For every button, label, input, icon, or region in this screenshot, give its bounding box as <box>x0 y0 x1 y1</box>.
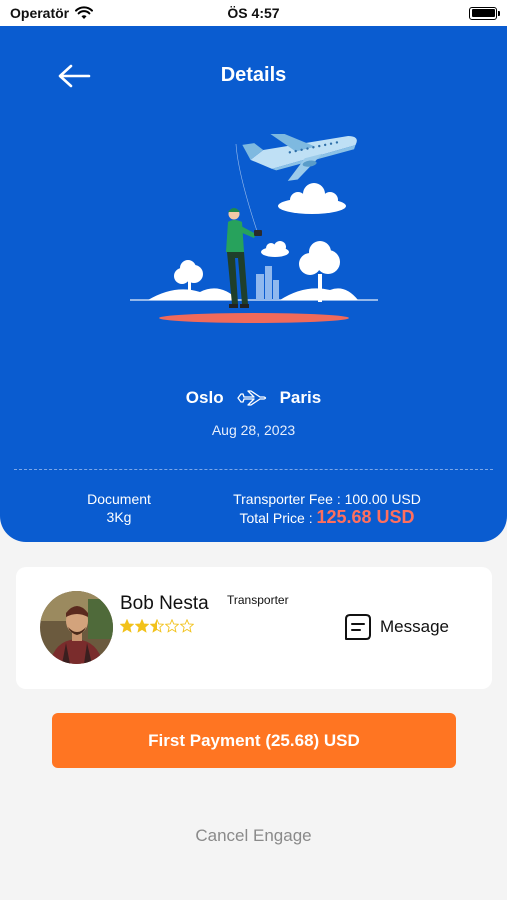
message-button[interactable]: Message <box>344 613 449 641</box>
trip-header-panel: Details Oslo Paris Aug 28, 2023 Document… <box>0 26 507 542</box>
divider <box>14 469 493 470</box>
package-info: Document 3Kg <box>70 490 168 526</box>
pricing-info: Transporter Fee : 100.00 USD Total Price… <box>214 490 440 527</box>
battery-icon <box>469 6 500 20</box>
carrier-label: Operatör <box>10 5 70 21</box>
trip-date: Aug 28, 2023 <box>211 422 296 438</box>
status-bar: Operatör ÖS 4:57 <box>0 0 507 26</box>
airplane-icon <box>236 390 266 406</box>
cancel-engage-button[interactable]: Cancel Engage <box>0 826 507 846</box>
message-label: Message <box>380 617 449 636</box>
total-price-value: 125.68 USD <box>316 507 415 527</box>
message-icon <box>345 614 371 640</box>
avatar-image <box>40 591 113 664</box>
transporter-name[interactable]: Bob Nesta <box>120 593 209 615</box>
star-empty-icon <box>180 619 194 633</box>
first-payment-button[interactable]: First Payment (25.68) USD <box>52 713 456 768</box>
transporter-role: Transporter <box>227 593 289 607</box>
total-price-row: Total Price : 125.68 USD <box>214 508 440 527</box>
rating-stars <box>120 619 194 633</box>
package-type: Document <box>87 491 151 507</box>
status-left: Operatör <box>10 5 94 21</box>
transporter-fee: Transporter Fee : 100.00 USD <box>233 491 421 507</box>
transporter-card: Bob Nesta Transporter Message <box>16 567 492 689</box>
star-full-icon <box>120 619 134 633</box>
star-half-icon <box>150 619 164 633</box>
star-full-icon <box>135 619 149 633</box>
travel-illustration <box>130 134 378 323</box>
destination-city: Paris <box>279 388 322 407</box>
page-title: Details <box>220 64 287 86</box>
star-empty-icon <box>165 619 179 633</box>
wifi-icon <box>75 6 94 19</box>
origin-city: Oslo <box>185 388 224 407</box>
package-weight: 3Kg <box>106 509 132 525</box>
total-price-label: Total Price : <box>239 510 313 526</box>
avatar[interactable] <box>40 591 113 664</box>
trip-route: Oslo Paris <box>0 388 507 408</box>
